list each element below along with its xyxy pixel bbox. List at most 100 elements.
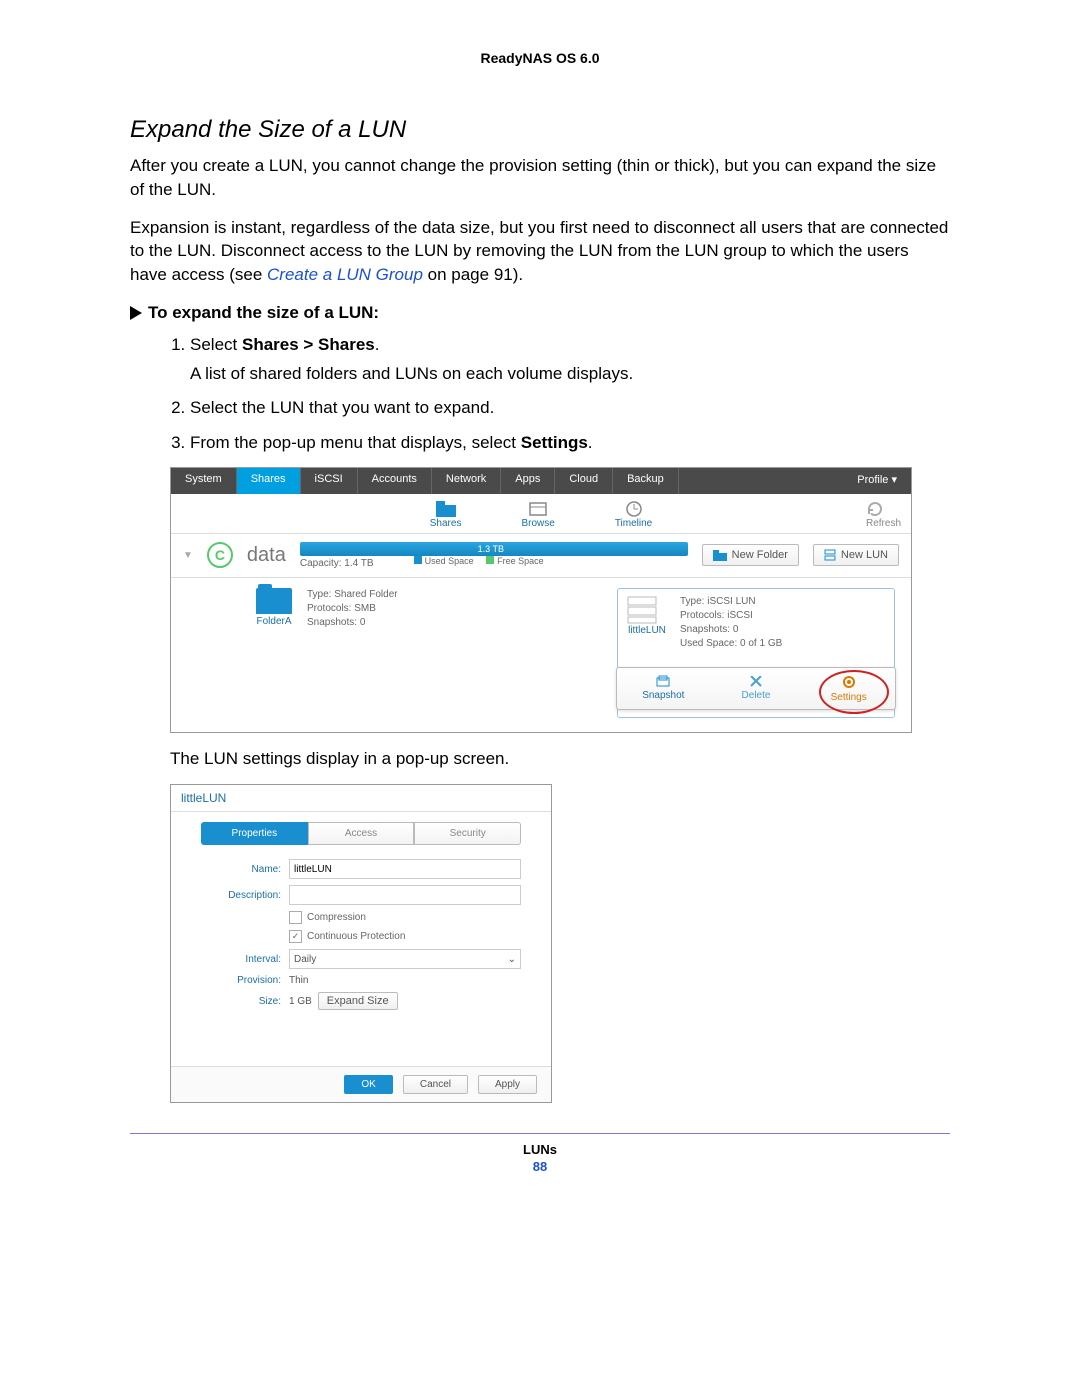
tab-properties[interactable]: Properties — [201, 822, 308, 845]
label-interval: Interval: — [201, 954, 289, 965]
step-3-b: Settings — [521, 433, 588, 452]
tab-system[interactable]: System — [171, 468, 237, 494]
label-continuous-protection: Continuous Protection — [307, 931, 405, 942]
popup-snapshot-label: Snapshot — [621, 690, 706, 701]
step-2: Select the LUN that you want to expand. — [190, 394, 950, 421]
step-1-b: Shares > Shares — [242, 335, 375, 354]
folder-item[interactable]: FolderA Type: Shared Folder Protocols: S… — [251, 588, 398, 718]
tab-backup[interactable]: Backup — [613, 468, 679, 494]
description-field[interactable] — [289, 885, 521, 905]
tab-security[interactable]: Security — [414, 822, 521, 845]
tab-network[interactable]: Network — [432, 468, 501, 494]
cancel-button[interactable]: Cancel — [403, 1075, 468, 1094]
legend: Used Space Free Space — [404, 556, 544, 569]
capacity-label: Capacity: 1.4 TB — [300, 558, 374, 569]
tab-iscsi[interactable]: iSCSI — [301, 468, 358, 494]
label-provision: Provision: — [201, 975, 289, 986]
legend-free: Free Space — [497, 556, 544, 566]
ok-button[interactable]: OK — [344, 1075, 392, 1094]
label-compression: Compression — [307, 912, 366, 923]
lun-popup-menu: Snapshot Delete Settings — [616, 667, 896, 710]
new-lun-label: New LUN — [841, 549, 888, 561]
new-folder-button[interactable]: New Folder — [702, 544, 799, 566]
popup-snapshot[interactable]: Snapshot — [617, 668, 710, 709]
folder-meta: Type: Shared Folder Protocols: SMB Snaps… — [307, 588, 398, 718]
popup-settings[interactable]: Settings — [802, 668, 895, 709]
legend-used: Used Space — [425, 556, 474, 566]
dialog-buttons: OK Cancel Apply — [171, 1066, 551, 1102]
dialog-title: littleLUN — [171, 785, 551, 812]
para-1: After you create a LUN, you cannot chang… — [130, 154, 950, 202]
doc-header: ReadyNAS OS 6.0 — [130, 50, 950, 66]
delete-icon — [749, 674, 763, 688]
gear-icon — [841, 674, 857, 690]
continuous-protection-checkbox[interactable]: ✓ — [289, 930, 302, 943]
subnav-timeline[interactable]: Timeline — [615, 500, 652, 529]
properties-form: Name: Description: Compression ✓ Continu… — [171, 859, 551, 1026]
folder-name: FolderA — [251, 616, 297, 627]
volume-name: data — [247, 544, 286, 567]
after-fig1: The LUN settings display in a pop-up scr… — [170, 747, 950, 771]
folder-icon — [713, 550, 727, 561]
label-description: Description: — [201, 890, 289, 901]
para-2-a: Expansion is instant, regardless of the … — [130, 218, 948, 285]
procedure-heading: To expand the size of a LUN: — [130, 303, 950, 323]
step-1: Select Shares > Shares. — [190, 331, 950, 358]
capacity-bar: 1.3 TB — [300, 542, 688, 556]
procedure-heading-text: To expand the size of a LUN: — [148, 303, 379, 322]
footer-page-number: 88 — [130, 1159, 950, 1174]
capacity-bar-text: 1.3 TB — [478, 544, 504, 554]
profile-menu[interactable]: Profile ▾ — [843, 468, 911, 494]
top-nav: System Shares iSCSI Accounts Network App… — [171, 468, 911, 494]
step-3: From the pop-up menu that displays, sele… — [190, 429, 950, 456]
section-title: Expand the Size of a LUN — [130, 116, 950, 144]
page-footer: LUNs 88 — [130, 1142, 950, 1174]
step-3-a: From the pop-up menu that displays, sele… — [190, 433, 521, 452]
refresh-button[interactable]: Refresh — [866, 500, 901, 529]
chevron-down-icon: ⌄ — [508, 954, 516, 965]
tab-accounts[interactable]: Accounts — [358, 468, 432, 494]
compression-checkbox[interactable] — [289, 911, 302, 924]
footer-section: LUNs — [523, 1142, 557, 1157]
volume-row: ▼ C data 1.3 TB Capacity: 1.4 TB Used Sp… — [171, 534, 911, 578]
provision-value: Thin — [289, 975, 308, 986]
new-lun-button[interactable]: New LUN — [813, 544, 899, 566]
label-name: Name: — [201, 864, 289, 875]
footer-rule — [130, 1133, 950, 1134]
popup-delete-label: Delete — [714, 690, 799, 701]
tab-apps[interactable]: Apps — [501, 468, 555, 494]
subnav-timeline-label: Timeline — [615, 518, 652, 529]
para-2: Expansion is instant, regardless of the … — [130, 216, 950, 287]
name-field[interactable] — [289, 859, 521, 879]
tab-shares[interactable]: Shares — [237, 468, 301, 494]
subnav-browse-label: Browse — [521, 518, 554, 529]
screenshot-lun-settings: littleLUN Properties Access Security Nam… — [170, 784, 552, 1103]
collapse-icon[interactable]: ▼ — [183, 550, 193, 561]
popup-delete[interactable]: Delete — [710, 668, 803, 709]
lun-meta: Type: iSCSI LUN Protocols: iSCSI Snapsho… — [680, 595, 782, 651]
refresh-label: Refresh — [866, 518, 901, 529]
volume-status-icon: C — [207, 542, 233, 568]
popup-settings-label: Settings — [806, 692, 891, 703]
clock-icon — [615, 500, 652, 518]
step-1-a: Select — [190, 335, 242, 354]
apply-button[interactable]: Apply — [478, 1075, 537, 1094]
subnav-browse[interactable]: Browse — [521, 500, 554, 529]
tab-access[interactable]: Access — [308, 822, 415, 845]
subnav-shares[interactable]: Shares — [430, 500, 462, 529]
tab-cloud[interactable]: Cloud — [555, 468, 613, 494]
lun-item-selected[interactable]: littleLUN Type: iSCSI LUN Protocols: iSC… — [617, 588, 895, 718]
subnav-shares-label: Shares — [430, 518, 462, 529]
dialog-tabs: Properties Access Security — [201, 822, 521, 845]
interval-value: Daily — [294, 954, 316, 965]
link-create-lun-group[interactable]: Create a LUN Group — [267, 265, 423, 284]
refresh-icon — [866, 500, 901, 518]
label-size: Size: — [201, 996, 289, 1007]
arrow-icon — [130, 306, 142, 320]
folder-icon — [256, 588, 292, 614]
interval-select[interactable]: Daily ⌄ — [289, 949, 521, 969]
lun-icon — [624, 595, 670, 625]
screenshot-shares: System Shares iSCSI Accounts Network App… — [170, 467, 912, 733]
step-1-sub: A list of shared folders and LUNs on eac… — [190, 364, 950, 384]
expand-size-button[interactable]: Expand Size — [318, 992, 398, 1010]
